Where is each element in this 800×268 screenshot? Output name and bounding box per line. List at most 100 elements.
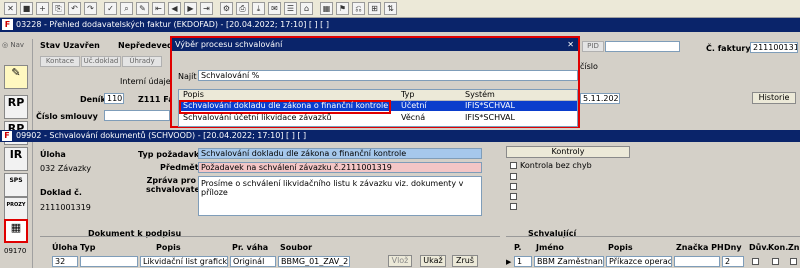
grid-icon[interactable]: ▦ bbox=[320, 2, 333, 15]
kon-checkbox[interactable] bbox=[772, 258, 779, 265]
schv-column-p: P. bbox=[514, 243, 522, 252]
kontroly-button[interactable]: Kontroly bbox=[506, 146, 630, 158]
mail-icon[interactable]: ✉ bbox=[268, 2, 281, 15]
zn-checkbox[interactable] bbox=[790, 258, 797, 265]
cislo-faktury-field[interactable]: 2111001319 bbox=[750, 42, 798, 53]
app-logo-icon: F bbox=[2, 131, 12, 141]
cislo-faktury-label: Č. faktury bbox=[706, 44, 751, 53]
inner-window-title: 09902 - Schvalování dokumentů (SCHVOOD) … bbox=[16, 131, 307, 140]
first-icon[interactable]: ⇤ bbox=[152, 2, 165, 15]
undo-icon[interactable]: ↶ bbox=[68, 2, 81, 15]
kontrola-checkbox[interactable] bbox=[510, 162, 517, 169]
dialog-title: Výběr procesu schvalování bbox=[175, 40, 283, 49]
uloha-label: Úloha bbox=[40, 150, 66, 159]
next-icon[interactable]: ▶ bbox=[184, 2, 197, 15]
left-sidebar: ◎ Nav ✎ RP RP IR SPS PROZY ▦ 09170 bbox=[0, 39, 33, 268]
notes-icon[interactable]: ✎ bbox=[4, 65, 28, 89]
doc-column-vaha: Pr. váha bbox=[232, 243, 269, 252]
schv-column-kon: Kon. bbox=[768, 243, 789, 252]
schv-jmeno-cell[interactable]: BBM Zaměstnanci bbox=[534, 256, 604, 267]
rp-icon[interactable]: RP bbox=[4, 95, 28, 119]
doc-popis-cell[interactable]: Likvidační list grafický bbox=[140, 256, 228, 267]
home-icon[interactable]: ⌂ bbox=[300, 2, 313, 15]
revert-icon[interactable]: ⎌ bbox=[352, 2, 365, 15]
control-checkbox[interactable] bbox=[510, 183, 517, 190]
control-checkbox[interactable] bbox=[510, 173, 517, 180]
schv-popis-cell[interactable]: Příkazce operace bbox=[606, 256, 672, 267]
inner-window-titlebar: F 09902 - Schvalování dokumentů (SCHVOOD… bbox=[0, 130, 800, 142]
schv-p-cell[interactable]: 1 bbox=[514, 256, 532, 267]
tab-ucdoklad[interactable]: Uč.doklad bbox=[81, 56, 121, 67]
print-icon[interactable]: ⎙ bbox=[236, 2, 249, 15]
duv-checkbox[interactable] bbox=[752, 258, 759, 265]
add-icon[interactable]: + bbox=[36, 2, 49, 15]
doc-vaha-cell[interactable]: Originál bbox=[230, 256, 276, 267]
form-code: 09170 bbox=[4, 247, 27, 255]
control-checkbox[interactable] bbox=[510, 203, 517, 210]
check-icon[interactable]: ✓ bbox=[104, 2, 117, 15]
denik-field[interactable]: 110 bbox=[104, 93, 124, 104]
doc-column-uloha: Úloha bbox=[52, 243, 78, 252]
control-checkbox[interactable] bbox=[510, 193, 517, 200]
document-approval-icon[interactable]: ▦ bbox=[4, 219, 28, 243]
table-icon[interactable]: ⊞ bbox=[368, 2, 381, 15]
selected-item-popis: Schvalování dokladu dle zákona o finančn… bbox=[179, 100, 391, 114]
process-list: Popis Typ Systém Schvalování dokladu dle… bbox=[178, 89, 578, 127]
download-icon[interactable]: ⤓ bbox=[252, 2, 265, 15]
close-icon[interactable]: ✕ bbox=[4, 2, 17, 15]
cislo-smlouvy-label: Číslo smlouvy bbox=[36, 112, 98, 121]
proxy-icon[interactable]: PROZY bbox=[4, 197, 28, 221]
doc-typ-cell[interactable] bbox=[80, 256, 138, 267]
pid-label: PID bbox=[582, 41, 604, 52]
sort-icon[interactable]: ⇅ bbox=[384, 2, 397, 15]
schv-column-popis: Popis bbox=[608, 243, 633, 252]
doc-uloha-cell[interactable]: 32 bbox=[52, 256, 78, 267]
close-icon[interactable]: ✕ bbox=[567, 38, 574, 51]
typ-pozadavku-field[interactable]: Schvalování dokladu dle zákona o finančn… bbox=[198, 148, 482, 159]
schv-column-dny: Dny bbox=[724, 243, 742, 252]
redo-icon[interactable]: ↷ bbox=[84, 2, 97, 15]
gear-icon[interactable]: ⚙ bbox=[220, 2, 233, 15]
list-item[interactable]: Schvalování účetní likvidace závazků Věc… bbox=[179, 113, 577, 123]
sps-icon[interactable]: SPS bbox=[4, 173, 28, 197]
edit-icon[interactable]: ✎ bbox=[136, 2, 149, 15]
predmet-field[interactable]: Požadavek na schválení závazku č.2111001… bbox=[198, 162, 482, 173]
nav-button[interactable]: ◎ Nav bbox=[2, 41, 30, 52]
date-field[interactable]: 5.11.2021 bbox=[580, 93, 620, 104]
vloz-button[interactable]: Vlož bbox=[388, 255, 412, 267]
flag-icon[interactable]: ⚑ bbox=[336, 2, 349, 15]
row-pointer-icon: ▶ bbox=[506, 258, 512, 266]
cislo-smlouvy-field[interactable] bbox=[104, 110, 170, 121]
doklad-label: Doklad č. bbox=[40, 188, 82, 197]
tab-kontace[interactable]: Kontace bbox=[40, 56, 80, 67]
historie-button[interactable]: Historie bbox=[752, 92, 796, 104]
prev-icon[interactable]: ◀ bbox=[168, 2, 181, 15]
doc-column-popis: Popis bbox=[156, 243, 181, 252]
schv-column-znacka: Značka PH bbox=[676, 243, 724, 252]
ukaz-button[interactable]: Ukaž bbox=[420, 255, 446, 267]
list-item[interactable]: Schvalování dokladu dle zákona o finančn… bbox=[179, 100, 577, 114]
doc-column-typ: Typ bbox=[80, 243, 96, 252]
column-popis[interactable]: Popis bbox=[183, 90, 204, 100]
column-typ[interactable]: Typ bbox=[401, 90, 414, 100]
search-icon[interactable]: ⌕ bbox=[120, 2, 133, 15]
ir-icon[interactable]: IR bbox=[4, 147, 28, 171]
typ-pozadavku-label: Typ požadavku bbox=[138, 150, 205, 159]
outer-window-titlebar: F 03228 - Přehled dodavatelských faktur … bbox=[0, 18, 800, 32]
cislo-label: číslo bbox=[580, 62, 598, 71]
copy-icon[interactable]: ⎘ bbox=[52, 2, 65, 15]
list-icon[interactable]: ☰ bbox=[284, 2, 297, 15]
tab-uhrady[interactable]: Úhrady bbox=[122, 56, 162, 67]
stop-icon[interactable]: ■ bbox=[20, 2, 33, 15]
last-icon[interactable]: ⇥ bbox=[200, 2, 213, 15]
doc-soubor-cell[interactable]: BBMG_01_ZAV_2111001319 bbox=[278, 256, 350, 267]
schv-dny-cell[interactable]: 2 bbox=[722, 256, 744, 267]
main-toolbar: ✕ ■ + ⎘ ↶ ↷ ✓ ⌕ ✎ ⇤ ◀ ▶ ⇥ ⚙ ⎙ ⤓ ✉ ☰ ⌂ ▦ ⚑ ⎌ ⊞ ⇅ bbox=[0, 0, 800, 18]
column-system[interactable]: Systém bbox=[465, 90, 495, 100]
schv-znacka-cell[interactable] bbox=[674, 256, 720, 267]
search-input[interactable]: Schvalování % bbox=[198, 70, 578, 81]
zprava-textarea[interactable]: Prosíme o schválení likvidačního listu k… bbox=[198, 176, 482, 216]
pid-field[interactable] bbox=[605, 41, 680, 52]
doc-column-soubor: Soubor bbox=[280, 243, 313, 252]
zrus-button[interactable]: Zruš bbox=[452, 255, 478, 267]
